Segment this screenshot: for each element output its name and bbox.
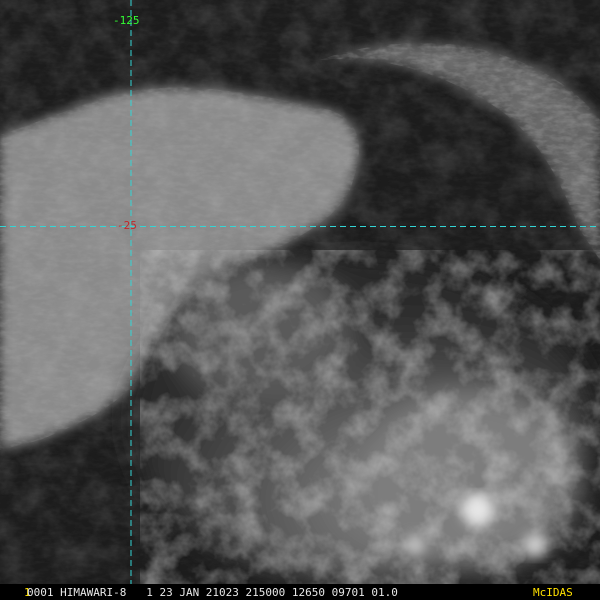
longitude-label: -125 [113,14,140,27]
status-text: 0001 HIMAWARI-8 1 23 JAN 21023 215000 12… [27,586,398,599]
latitude-label: -25 [117,219,137,232]
satellite-image [0,0,600,600]
mcidas-label: McIDAS [533,586,573,599]
